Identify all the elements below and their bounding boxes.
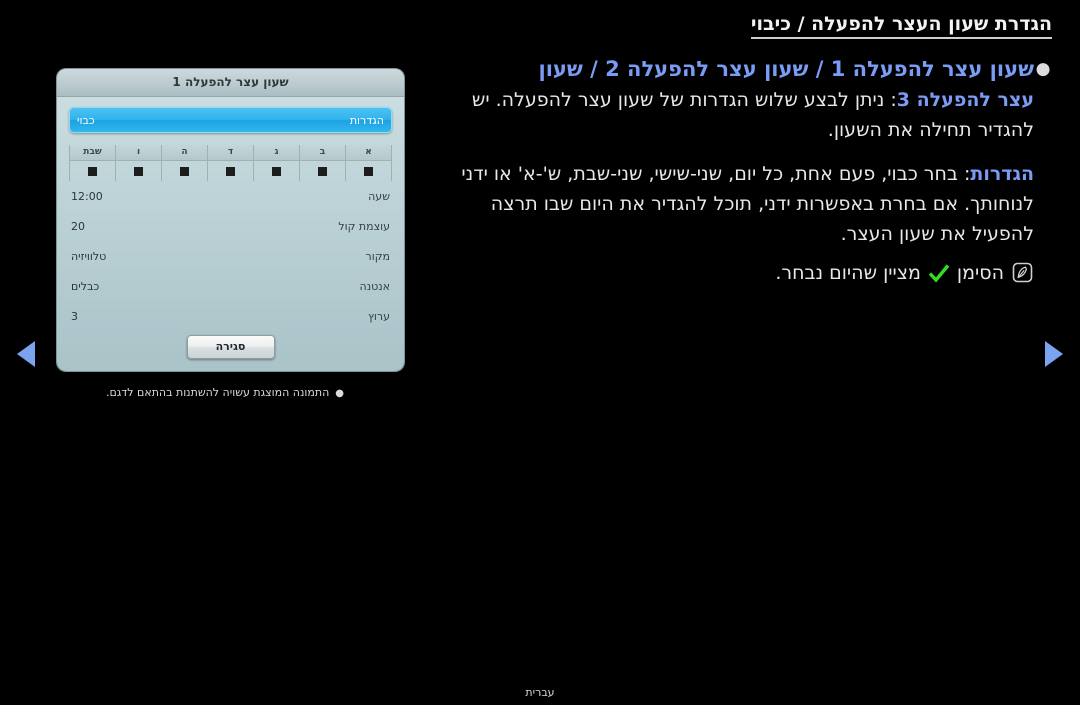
footer-language: עברית (525, 686, 555, 699)
checkbox-filled-icon (180, 166, 189, 176)
osd-day-4-label: ה (162, 145, 207, 161)
osd-title: שעון עצר להפעלה 1 (57, 69, 404, 97)
osd-row-channel[interactable]: ערוץ 3 (69, 301, 392, 331)
osd-row-volume-label: עוצמת קול (338, 219, 390, 233)
paragraph-2-rest: : בחר כבוי, פעם אחת, כל יום, שני-שישי, ש… (461, 163, 1034, 245)
osd-day-4-checkbox[interactable] (162, 161, 207, 181)
osd-row-source[interactable]: מקור טלוויזיה (69, 241, 392, 271)
osd-row-volume-value: 20 (71, 219, 85, 233)
osd-day-2-checkbox[interactable] (254, 161, 299, 181)
bullet-item: ● שעון עצר להפעלה 1 / שעון עצר להפעלה 2 … (427, 54, 1052, 284)
paragraph-1: עצר להפעלה 3: ניתן לבצע שלוש הגדרות של ש… (427, 85, 1034, 145)
osd-day-4[interactable]: ה (161, 145, 207, 181)
osd-button-bar: סגירה (69, 335, 392, 359)
paragraph-1-strong: עצר להפעלה 3 (896, 89, 1034, 111)
osd-row-settings-label: הגדרות (349, 113, 384, 127)
osd-days-row: א ב ג ד ה ו שבת (69, 145, 392, 181)
osd-day-5-checkbox[interactable] (116, 161, 161, 181)
caption-bullet-icon: ● (335, 388, 345, 399)
next-page-button[interactable] (1038, 338, 1070, 370)
osd-day-1-label: ב (300, 145, 345, 161)
osd-day-0[interactable]: א (345, 145, 391, 181)
paragraph-2-strong: הגדרות (970, 163, 1034, 185)
help-page: הגדרת שעון העצר להפעלה / כיבוי ● שעון עצ… (0, 0, 1080, 705)
osd-row-antenna-value: כבלים (71, 279, 100, 293)
osd-day-1[interactable]: ב (299, 145, 345, 181)
osd-dialog: שעון עצר להפעלה 1 הגדרות כבוי א ב ג ד ה … (57, 69, 404, 371)
checkbox-filled-icon (272, 166, 281, 176)
osd-body: הגדרות כבוי א ב ג ד ה ו שבת שעה 12:00 עו… (57, 97, 404, 359)
osd-row-settings-value: כבוי (77, 113, 95, 127)
osd-day-2-label: ג (254, 145, 299, 161)
osd-day-3-label: ד (208, 145, 253, 161)
osd-row-time-label: שעה (368, 189, 390, 203)
note-pen-icon (1011, 261, 1034, 284)
check-icon (928, 263, 950, 283)
checkbox-filled-icon (364, 166, 373, 176)
osd-day-0-label: א (346, 145, 391, 161)
osd-row-channel-value: 3 (71, 309, 78, 323)
bullet-body: שעון עצר להפעלה 1 / שעון עצר להפעלה 2 / … (427, 54, 1034, 284)
bullet-lead-text: שעון עצר להפעלה 1 / שעון עצר להפעלה 2 / … (538, 57, 1034, 81)
checkbox-filled-icon (88, 166, 97, 176)
osd-row-channel-label: ערוץ (367, 309, 390, 323)
note-text-before: הסימן (956, 261, 1004, 284)
page-title: הגדרת שעון העצר להפעלה / כיבוי (0, 13, 1052, 39)
caption-text: התמונה המוצגת עשויה להשתנות בהתאם לדגם. (105, 386, 330, 399)
osd-day-0-checkbox[interactable] (346, 161, 391, 181)
checkbox-filled-icon (318, 166, 327, 176)
osd-day-6[interactable]: שבת (69, 145, 115, 181)
checkbox-filled-icon (226, 166, 235, 176)
osd-row-settings[interactable]: הגדרות כבוי (69, 107, 392, 133)
osd-row-source-label: מקור (365, 249, 390, 263)
bullet-dot-icon: ● (1035, 59, 1051, 79)
osd-row-source-value: טלוויזיה (71, 249, 107, 263)
triangle-right-icon (1045, 341, 1063, 367)
osd-day-5[interactable]: ו (115, 145, 161, 181)
note-text-after: מציין שהיום נבחר. (775, 261, 921, 284)
osd-day-1-checkbox[interactable] (300, 161, 345, 181)
osd-row-antenna-label: אנטנה (359, 279, 390, 293)
image-caption: ● התמונה המוצגת עשויה להשתנות בהתאם לדגם. (40, 386, 410, 399)
page-title-text: הגדרת שעון העצר להפעלה / כיבוי (750, 13, 1052, 39)
triangle-left-icon (17, 341, 35, 367)
osd-day-3[interactable]: ד (207, 145, 253, 181)
osd-day-5-label: ו (116, 145, 161, 161)
osd-day-2[interactable]: ג (253, 145, 299, 181)
prev-page-button[interactable] (10, 338, 42, 370)
close-button[interactable]: סגירה (186, 335, 275, 359)
osd-day-3-checkbox[interactable] (208, 161, 253, 181)
osd-row-volume[interactable]: עוצמת קול 20 (69, 211, 392, 241)
checkbox-filled-icon (134, 166, 143, 176)
osd-row-time[interactable]: שעה 12:00 (69, 181, 392, 211)
paragraph-2: הגדרות: בחר כבוי, פעם אחת, כל יום, שני-ש… (427, 159, 1034, 249)
osd-day-6-label: שבת (70, 145, 115, 161)
osd-row-time-value: 12:00 (71, 189, 103, 203)
osd-day-6-checkbox[interactable] (70, 161, 115, 181)
note-row: הסימן מציין שהיום נבחר. (427, 261, 1034, 284)
osd-row-antenna[interactable]: אנטנה כבלים (69, 271, 392, 301)
content-column: ● שעון עצר להפעלה 1 / שעון עצר להפעלה 2 … (427, 54, 1052, 286)
